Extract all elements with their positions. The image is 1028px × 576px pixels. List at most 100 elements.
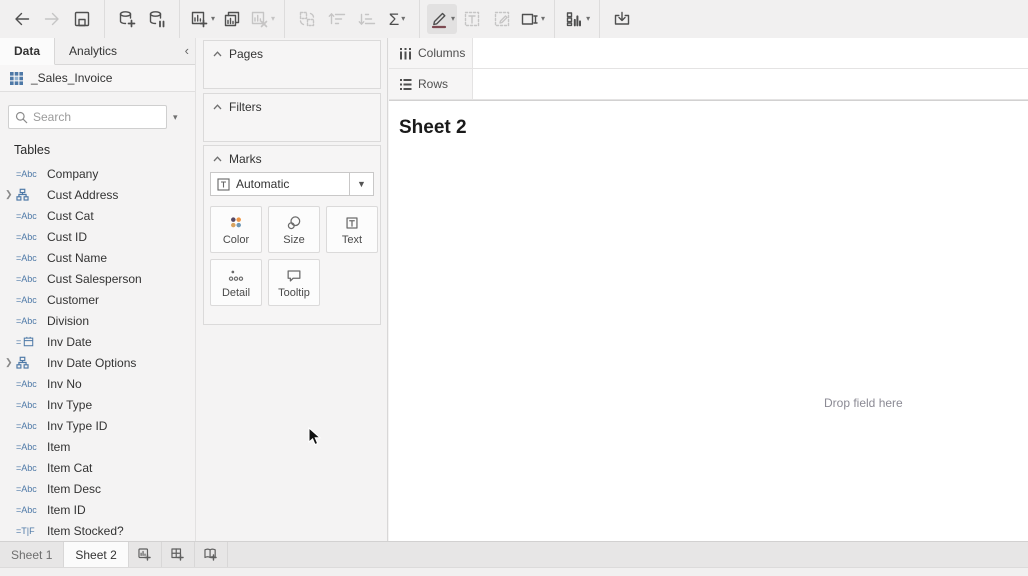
field-item-cust-cat[interactable]: =AbcCust Cat	[0, 205, 195, 226]
search-box[interactable]	[8, 105, 167, 129]
pages-card[interactable]: Pages	[203, 40, 381, 89]
field-item-cust-address[interactable]: ❯ Cust Address	[0, 184, 195, 205]
clear-sheet-icon	[249, 9, 269, 29]
field-item-division[interactable]: =AbcDivision	[0, 310, 195, 331]
rows-shelf[interactable]: Rows	[389, 69, 1028, 100]
sheet-tab-sheet-1[interactable]: Sheet 1	[0, 542, 64, 567]
swap-rows-columns-icon	[297, 9, 317, 29]
show-me-button[interactable]: ▾	[562, 4, 592, 34]
field-name: Item Stocked?	[47, 524, 124, 538]
rows-drop-zone[interactable]	[473, 69, 1028, 99]
new-data-source-button[interactable]	[112, 4, 142, 34]
field-item-item-stocked[interactable]: =T|FItem Stocked?	[0, 520, 195, 541]
tooltip-marks-icon	[285, 267, 303, 285]
text-button[interactable]: Text	[326, 206, 378, 253]
field-item-item-cat[interactable]: =AbcItem Cat	[0, 457, 195, 478]
field-item-company[interactable]: =AbcCompany	[0, 163, 195, 184]
color-button[interactable]: Color	[210, 206, 262, 253]
field-item-inv-type-id[interactable]: =AbcInv Type ID	[0, 415, 195, 436]
field-name: Company	[47, 167, 98, 181]
field-name: Inv Type ID	[47, 419, 107, 433]
field-item-item[interactable]: =AbcItem	[0, 436, 195, 457]
calc-string-icon: =Abc	[16, 169, 47, 179]
field-name: Item ID	[47, 503, 86, 517]
show-mark-labels-button[interactable]	[457, 4, 487, 34]
field-name: Cust Address	[47, 188, 118, 202]
clear-sheet-button[interactable]: ▾	[247, 4, 277, 34]
collapse-pane-button[interactable]: ‹	[185, 43, 189, 58]
field-item-inv-no[interactable]: =AbcInv No	[0, 373, 195, 394]
calc-string-icon: =Abc	[16, 379, 47, 389]
presentation-mode-button[interactable]	[607, 4, 637, 34]
datasource-icon	[9, 71, 24, 86]
pause-auto-updates-button[interactable]	[142, 4, 172, 34]
highlight-button[interactable]: ▾	[427, 4, 457, 34]
columns-icon	[399, 47, 412, 60]
calc-date-icon: =	[16, 336, 47, 347]
tab-data[interactable]: Data	[0, 38, 55, 65]
columns-shelf[interactable]: Columns	[389, 38, 1028, 69]
tooltip-button[interactable]: Tooltip	[268, 259, 320, 306]
field-item-customer[interactable]: =AbcCustomer	[0, 289, 195, 310]
field-item-inv-date-options[interactable]: ❯ Inv Date Options	[0, 352, 195, 373]
calc-string-icon: =Abc	[16, 211, 47, 221]
bottom-strip	[0, 567, 1028, 576]
pause-auto-updates-icon	[147, 9, 167, 29]
format-button[interactable]	[487, 4, 517, 34]
toolbar-group: Σ▾	[284, 0, 419, 38]
sheet-tab-sheet-2[interactable]: Sheet 2	[64, 542, 128, 567]
expand-chevron-icon[interactable]: ❯	[5, 189, 16, 200]
toolbar-group	[599, 0, 644, 38]
new-dashboard-button[interactable]	[162, 542, 195, 567]
field-name: Inv No	[47, 377, 82, 391]
field-item-inv-date[interactable]: =Inv Date	[0, 331, 195, 352]
swap-rows-columns-button[interactable]	[292, 4, 322, 34]
sort-descending-button[interactable]	[352, 4, 382, 34]
sheet-area[interactable]: Sheet 2 Drop field here	[389, 100, 1028, 539]
new-dashboard-icon	[169, 546, 186, 563]
totals-button[interactable]: Σ▾	[382, 4, 412, 34]
field-item-cust-salesperson[interactable]: =AbcCust Salesperson	[0, 268, 195, 289]
save-icon	[72, 9, 92, 29]
calc-bool-icon: =T|F	[16, 526, 47, 536]
search-input[interactable]	[33, 110, 143, 124]
marks-card: Marks Automatic ▼ ColorSizeText DetailToo…	[203, 145, 381, 325]
field-name: Inv Date Options	[47, 356, 136, 370]
back-button[interactable]	[7, 4, 37, 34]
field-item-item-desc[interactable]: =AbcItem Desc	[0, 478, 195, 499]
new-worksheet-button[interactable]: ▾	[187, 4, 217, 34]
field-item-cust-name[interactable]: =AbcCust Name	[0, 247, 195, 268]
duplicate-sheet-button[interactable]	[217, 4, 247, 34]
save-button[interactable]	[67, 4, 97, 34]
field-name: Cust Name	[47, 251, 107, 265]
tab-analytics[interactable]: Analytics	[55, 38, 131, 64]
size-button[interactable]: Size	[268, 206, 320, 253]
forward-button[interactable]	[37, 4, 67, 34]
caret-down-icon: ▾	[401, 15, 405, 23]
marks-card-label: Marks	[229, 152, 262, 166]
caret-down-icon: ▾	[541, 15, 545, 23]
fit-button[interactable]: ▾	[517, 4, 547, 34]
filters-card[interactable]: Filters	[203, 93, 381, 142]
highlight-pen-icon	[429, 9, 449, 29]
new-worksheet-button[interactable]	[129, 542, 162, 567]
expand-chevron-icon[interactable]: ❯	[5, 357, 16, 368]
toolbar: ▾▾Σ▾▾▾▾	[0, 0, 1028, 38]
columns-drop-zone[interactable]	[473, 38, 1028, 68]
field-item-item-id[interactable]: =AbcItem ID	[0, 499, 195, 520]
datasource-item[interactable]: _Sales_Invoice	[0, 65, 195, 92]
field-item-inv-type[interactable]: =AbcInv Type	[0, 394, 195, 415]
detail-button[interactable]: Detail	[210, 259, 262, 306]
sort-ascending-button[interactable]	[322, 4, 352, 34]
forward-icon	[42, 9, 62, 29]
color-marks-icon	[227, 214, 245, 232]
calc-string-icon: =Abc	[16, 232, 47, 242]
mark-type-dropdown[interactable]: Automatic ▼	[210, 172, 374, 196]
calc-string-icon: =Abc	[16, 253, 47, 263]
field-item-cust-id[interactable]: =AbcCust ID	[0, 226, 195, 247]
new-story-button[interactable]	[195, 542, 228, 567]
search-options-caret[interactable]: ▾	[173, 112, 178, 123]
mark-type-caret[interactable]: ▼	[349, 173, 373, 195]
field-name: Cust ID	[47, 230, 87, 244]
text-marks-icon	[343, 214, 361, 232]
